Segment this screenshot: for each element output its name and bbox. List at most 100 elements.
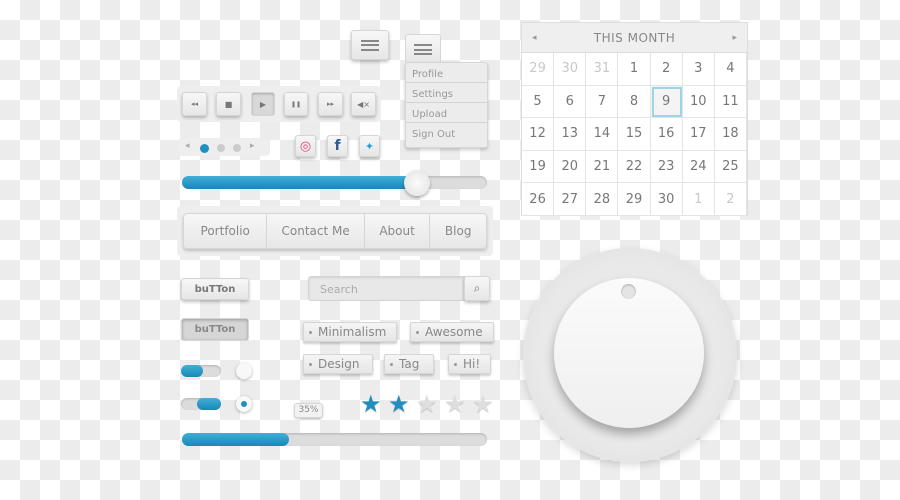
tag-awesome[interactable]: Awesome	[410, 322, 494, 342]
calendar-day[interactable]: 14	[586, 118, 619, 151]
facebook-button[interactable]: f	[327, 135, 348, 157]
play-icon: ▶	[259, 99, 267, 109]
calendar-day[interactable]: 2	[714, 183, 747, 216]
toggle-knob	[181, 365, 203, 377]
play-button[interactable]: ▶	[251, 92, 275, 116]
fast-forward-button[interactable]: ▸▸	[318, 92, 343, 116]
nav-item-contact-me[interactable]: Contact Me	[267, 214, 365, 248]
calendar-day[interactable]: 12	[522, 118, 555, 151]
menu-item-upload[interactable]: Upload	[406, 103, 487, 123]
calendar-day[interactable]: 26	[522, 183, 555, 216]
calendar-day[interactable]: 23	[650, 150, 683, 184]
toggle-switch[interactable]	[181, 398, 221, 410]
tag-minimalism[interactable]: Minimalism	[303, 322, 397, 342]
star-filled[interactable]: ★	[388, 392, 410, 416]
page-dot-active[interactable]	[200, 144, 209, 153]
calendar-day[interactable]: 20	[554, 150, 587, 184]
tag-design[interactable]: Design	[303, 354, 373, 374]
prev-arrow-icon[interactable]: ◂	[185, 141, 190, 151]
calendar-day[interactable]: 25	[714, 150, 747, 184]
calendar-day[interactable]: 7	[586, 85, 619, 119]
search-icon: ⌕	[473, 281, 481, 295]
calendar-day[interactable]: 9	[650, 85, 683, 119]
stop-button[interactable]: ■	[216, 92, 241, 116]
calendar-day[interactable]: 31	[586, 53, 619, 86]
search-input[interactable]: Search	[308, 276, 465, 301]
dropdown-menu: Profile Settings Upload Sign Out	[405, 62, 488, 148]
nav-item-blog[interactable]: Blog	[430, 214, 486, 248]
menu-item-profile[interactable]: Profile	[406, 63, 487, 83]
tag-hi[interactable]: Hi!	[448, 354, 491, 374]
calendar-day[interactable]: 16	[650, 118, 683, 151]
tag-tag[interactable]: Tag	[384, 354, 434, 374]
menu-item-settings[interactable]: Settings	[406, 83, 487, 103]
nav-item-about[interactable]: About	[365, 214, 431, 248]
search-button[interactable]: ⌕	[464, 276, 490, 301]
calendar-day[interactable]: 5	[522, 85, 555, 119]
toggle-switch[interactable]	[181, 365, 221, 377]
toggle-knob	[197, 398, 221, 410]
hamburger-button[interactable]	[351, 30, 389, 60]
calendar-prev-icon[interactable]: ◂	[532, 33, 537, 43]
page-dot[interactable]	[217, 144, 225, 152]
menu-item-sign-out[interactable]: Sign Out	[406, 123, 487, 143]
button-pressed[interactable]: buTTon	[181, 318, 249, 341]
pause-button[interactable]: ❚❚	[284, 92, 308, 116]
page-dot[interactable]	[233, 144, 241, 152]
nav-item-portfolio[interactable]: Portfolio	[184, 214, 268, 248]
stop-icon: ■	[224, 99, 233, 109]
calendar-day[interactable]: 28	[586, 183, 619, 216]
calendar-day[interactable]: 19	[522, 150, 555, 184]
calendar-day[interactable]: 1	[682, 183, 715, 216]
calendar-day[interactable]: 2	[650, 53, 683, 86]
star-empty[interactable]: ★	[416, 392, 438, 416]
twitter-icon: ✦	[364, 139, 375, 153]
mute-icon: ◀×	[357, 99, 370, 109]
calendar-day[interactable]: 4	[714, 53, 747, 86]
star-empty[interactable]: ★	[472, 392, 494, 416]
facebook-icon: f	[334, 138, 341, 154]
dropdown-menu-toggle[interactable]	[405, 34, 441, 64]
mute-button[interactable]: ◀×	[351, 92, 376, 116]
radio-button-checked[interactable]	[236, 396, 252, 412]
calendar-day[interactable]: 22	[618, 150, 651, 184]
next-arrow-icon[interactable]: ▸	[250, 141, 255, 151]
calendar-day[interactable]: 11	[714, 85, 747, 119]
fast-forward-icon: ▸▸	[326, 100, 335, 108]
slider-handle[interactable]	[403, 170, 430, 196]
calendar-day[interactable]: 27	[554, 183, 587, 216]
menu-icon	[414, 44, 432, 55]
calendar-day[interactable]: 29	[522, 53, 555, 86]
volume-slider[interactable]	[182, 176, 487, 189]
knob-dial[interactable]	[554, 278, 704, 428]
progress-label: 35%	[294, 403, 323, 418]
rewind-button[interactable]: ◂◂	[182, 92, 207, 116]
calendar-day[interactable]: 24	[682, 150, 715, 184]
calendar-title: THIS MONTH	[593, 30, 676, 45]
twitter-button[interactable]: ✦	[359, 135, 380, 157]
calendar-day[interactable]: 30	[554, 53, 587, 86]
calendar-day[interactable]: 10	[682, 85, 715, 119]
slider-fill	[182, 176, 417, 189]
calendar-day[interactable]: 6	[554, 85, 587, 119]
calendar-day[interactable]: 3	[682, 53, 715, 86]
knob-indicator	[621, 284, 636, 299]
calendar-day[interactable]: 1	[618, 53, 651, 86]
rewind-icon: ◂◂	[190, 100, 199, 108]
calendar-day[interactable]: 8	[618, 85, 651, 119]
progress-bar	[182, 433, 487, 446]
star-filled[interactable]: ★	[360, 392, 382, 416]
calendar-day[interactable]: 18	[714, 118, 747, 151]
calendar-day[interactable]: 21	[586, 150, 619, 184]
calendar-day[interactable]: 17	[682, 118, 715, 151]
button-normal[interactable]: buTTon	[181, 278, 249, 300]
calendar-day[interactable]: 29	[618, 183, 651, 216]
dribbble-button[interactable]: ◎	[295, 135, 316, 157]
calendar-next-icon[interactable]: ▸	[732, 33, 737, 43]
star-empty[interactable]: ★	[444, 392, 466, 416]
calendar-day[interactable]: 30	[650, 183, 683, 216]
rotary-knob[interactable]	[523, 248, 737, 462]
calendar-day[interactable]: 13	[554, 118, 587, 151]
calendar-day[interactable]: 15	[618, 118, 651, 151]
radio-button[interactable]	[236, 363, 252, 379]
